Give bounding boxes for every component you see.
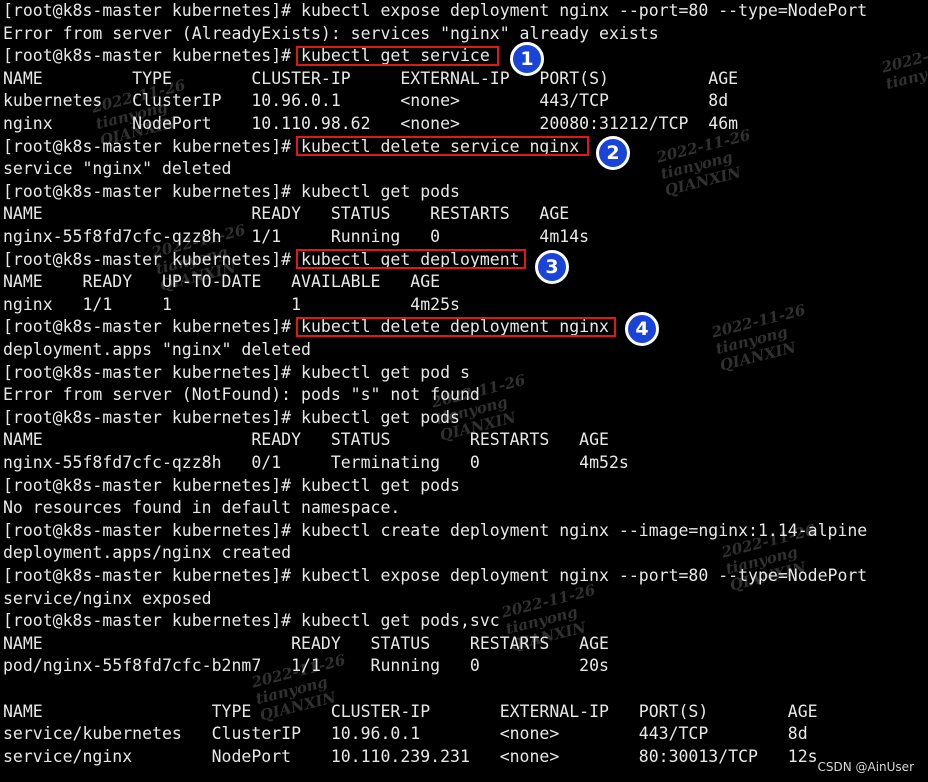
- command-highlight-box: [296, 317, 616, 337]
- watermark: 2022-11-26 tianyong QIANXIN: [709, 300, 808, 375]
- watermark: 2022-11-26 tianyong: [879, 35, 928, 93]
- terminal-line: [root@k8s-master kubernetes]# kubectl ge…: [3, 362, 470, 382]
- terminal-line: nginx-55f8fd7cfc-qzz8h 1/1 Running 0 4m1…: [3, 227, 590, 246]
- step-badge-3: 3: [535, 250, 569, 284]
- terminal-line: [root@k8s-master kubernetes]# kubectl ge…: [3, 475, 460, 495]
- step-badge-4: 4: [625, 312, 659, 346]
- terminal-line: [root@k8s-master kubernetes]# kubectl ge…: [3, 611, 500, 631]
- terminal-line: pod/nginx-55f8fd7cfc-b2nm7 1/1 Running 0…: [3, 656, 609, 676]
- command-highlight-box: [296, 136, 589, 156]
- step-badge-1: 1: [510, 42, 544, 76]
- terminal-line: No resources found in default namespace.: [3, 498, 401, 518]
- terminal-line: NAME READY STATUS RESTARTS AGE: [3, 204, 570, 224]
- terminal-window[interactable]: 2022-11-26 tianyong QIANXIN 2022-11-26 t…: [0, 0, 928, 782]
- terminal-line: nginx 1/1 1 1 4m25s: [3, 294, 460, 314]
- step-badge-2: 2: [596, 136, 630, 170]
- watermark: 2022-11-26 tianyong QIANXIN: [654, 125, 753, 200]
- terminal-line: nginx-55f8fd7cfc-qzz8h 0/1 Terminating 0…: [3, 453, 629, 472]
- terminal-line: Error from server (NotFound): pods "s" n…: [3, 385, 480, 405]
- terminal-line: service "nginx" deleted: [3, 159, 232, 179]
- terminal-line: NAME READY STATUS RESTARTS AGE: [3, 430, 609, 450]
- terminal-line: service/nginx NodePort 10.110.239.231 <n…: [3, 746, 818, 766]
- terminal-line: NAME READY STATUS RESTARTS AGE: [3, 633, 609, 653]
- terminal-line: Error from server (AlreadyExists): servi…: [3, 23, 659, 43]
- terminal-line: [root@k8s-master kubernetes]# kubectl ex…: [3, 1, 868, 20]
- terminal-line: [root@k8s-master kubernetes]# kubectl ge…: [3, 407, 460, 427]
- terminal-line: NAME READY UP-TO-DATE AVAILABLE AGE: [3, 272, 441, 292]
- terminal-line: NAME TYPE CLUSTER-IP EXTERNAL-IP PORT(S)…: [3, 701, 818, 721]
- command-highlight-box: [296, 46, 499, 66]
- source-credit: CSDN @AinUser: [817, 760, 914, 774]
- terminal-line: deployment.apps/nginx created: [3, 543, 292, 563]
- terminal-line: deployment.apps "nginx" deleted: [3, 340, 311, 359]
- terminal-line: NAME TYPE CLUSTER-IP EXTERNAL-IP PORT(S)…: [3, 68, 739, 88]
- terminal-line: [root@k8s-master kubernetes]# kubectl ge…: [3, 181, 460, 201]
- terminal-line: nginx NodePort 10.110.98.62 <none> 20080…: [3, 114, 739, 133]
- terminal-line: kubernetes ClusterIP 10.96.0.1 <none> 44…: [3, 91, 729, 111]
- terminal-line: service/kubernetes ClusterIP 10.96.0.1 <…: [3, 724, 808, 744]
- terminal-line: service/nginx exposed: [3, 588, 212, 608]
- command-highlight-box: [296, 249, 526, 269]
- terminal-line: [root@k8s-master kubernetes]# kubectl cr…: [3, 520, 868, 540]
- terminal-line: [root@k8s-master kubernetes]# kubectl ex…: [3, 566, 868, 585]
